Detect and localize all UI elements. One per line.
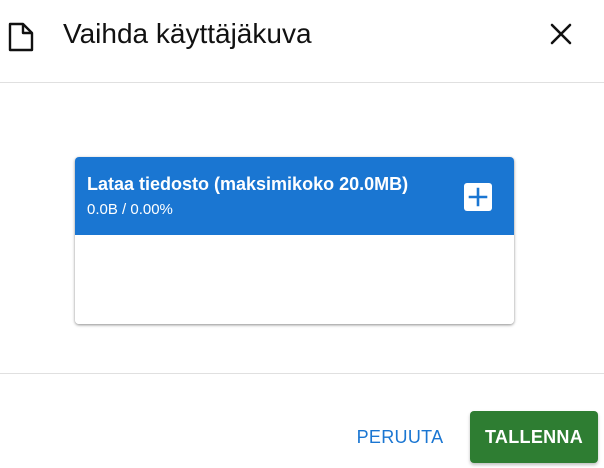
save-button[interactable]: TALLENNA [470, 411, 598, 463]
dialog-footer: PERUUTA TALLENNA [0, 373, 604, 468]
upload-header: Lataa tiedosto (maksimikoko 20.0MB) 0.0B… [75, 157, 514, 235]
document-icon [7, 21, 35, 53]
dialog-header: Vaihda käyttäjäkuva [0, 0, 604, 83]
upload-title: Lataa tiedosto (maksimikoko 20.0MB) [87, 174, 409, 194]
dialog-title: Vaihda käyttäjäkuva [63, 18, 312, 49]
cancel-button[interactable]: PERUUTA [347, 414, 453, 460]
plus-icon [468, 187, 488, 207]
close-icon[interactable] [547, 20, 575, 48]
dialog-body: Lataa tiedosto (maksimikoko 20.0MB) 0.0B… [0, 83, 604, 373]
change-avatar-dialog: Vaihda käyttäjäkuva Lataa tiedosto (maks… [0, 0, 604, 468]
add-file-button[interactable] [464, 183, 492, 211]
upload-dropzone[interactable] [75, 235, 514, 324]
upload-progress: 0.0B / 0.00% [87, 201, 173, 218]
file-upload-card: Lataa tiedosto (maksimikoko 20.0MB) 0.0B… [75, 157, 514, 324]
